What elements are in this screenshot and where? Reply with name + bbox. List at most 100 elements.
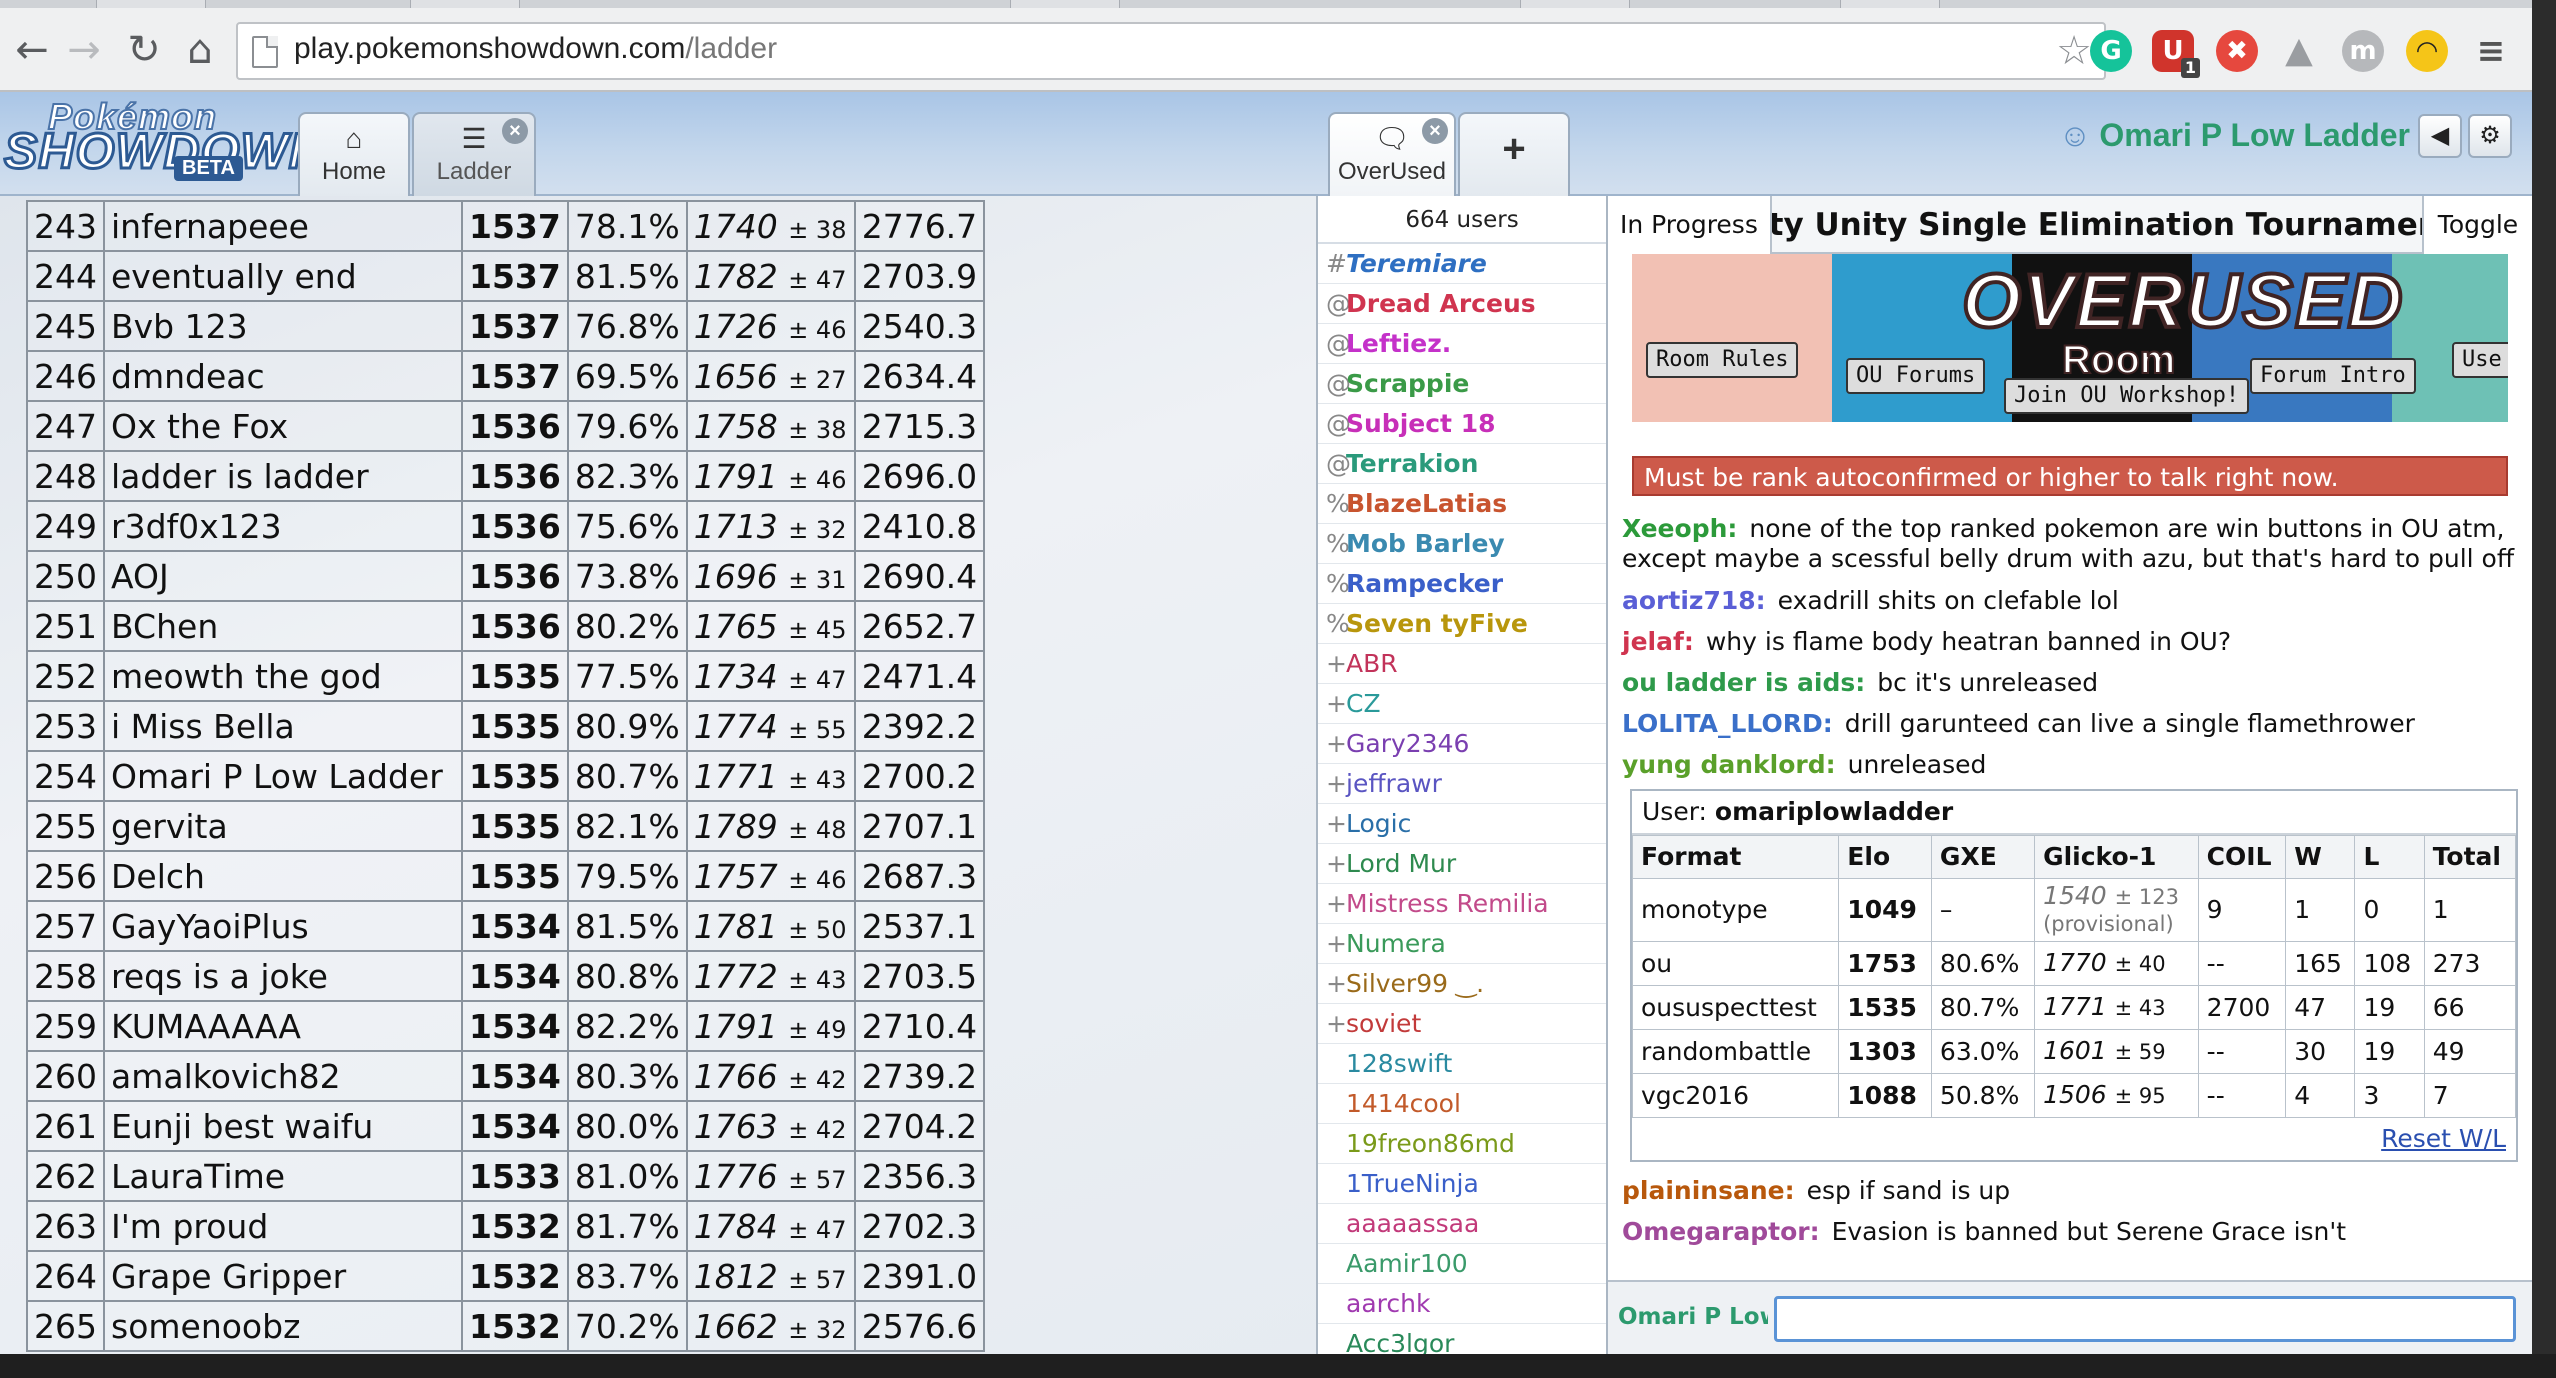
url-text[interactable]: play.pokemonshowdown.com/ladder <box>294 32 777 66</box>
userlist-item[interactable]: aarchk <box>1318 1284 1606 1324</box>
chat-author[interactable]: LOLITA_LLORD: <box>1622 709 1833 738</box>
address-bar[interactable]: play.pokemonshowdown.com/ladder ☆ <box>236 22 2106 80</box>
userlist-item[interactable]: %BlazeLatias <box>1318 484 1606 524</box>
close-icon[interactable]: × <box>502 118 528 144</box>
userlist-item[interactable]: 128swift <box>1318 1044 1606 1084</box>
tournament-toggle-button[interactable]: Toggle <box>2422 196 2532 254</box>
add-tab-button[interactable]: + <box>1458 112 1570 196</box>
ladder-player-name[interactable]: Ox the Fox <box>103 400 463 452</box>
chat-username[interactable]: Omari P Low <box>1618 1304 1768 1330</box>
userlist-item[interactable]: aaaaassaa <box>1318 1204 1606 1244</box>
userlist-item[interactable]: 1414cool <box>1318 1084 1606 1124</box>
ladder-player-name[interactable]: Bvb 123 <box>103 300 463 352</box>
showdown-logo[interactable]: Pokémon SHOWDOWN BETA <box>3 95 326 192</box>
ladder-player-name[interactable]: I'm proud <box>103 1200 463 1252</box>
chat-author[interactable]: jelaf: <box>1622 627 1694 656</box>
chat-author[interactable]: plaininsane: <box>1622 1176 1795 1205</box>
browser-tab[interactable] <box>410 0 520 8</box>
ladder-player-name[interactable]: gervita <box>103 800 463 852</box>
ladder-player-name[interactable]: amalkovich82 <box>103 1050 463 1102</box>
reload-icon[interactable]: ↻ <box>118 24 170 76</box>
user-stats-name[interactable]: omariplowladder <box>1715 797 1953 826</box>
ladder-player-name[interactable]: GayYaoiPlus <box>103 900 463 952</box>
browser-tab[interactable] <box>96 0 206 8</box>
tab-home[interactable]: ⌂ Home <box>298 112 410 196</box>
ou-forums-button[interactable]: OU Forums <box>1846 358 1986 394</box>
tab-ladder[interactable]: ☰ Ladder × <box>412 112 536 196</box>
close-icon[interactable]: × <box>1422 118 1448 144</box>
userlist-item[interactable]: +jeffrawr <box>1318 764 1606 804</box>
userlist-item[interactable]: +CZ <box>1318 684 1606 724</box>
userlist-item[interactable]: 19freon86md <box>1318 1124 1606 1164</box>
menu-icon[interactable]: ≡ <box>2470 30 2512 72</box>
grammarly-icon[interactable]: G <box>2090 30 2132 72</box>
ladder-player-name[interactable]: LauraTime <box>103 1150 463 1202</box>
ladder-player-name[interactable]: Omari P Low Ladder <box>103 750 463 802</box>
ladder-player-name[interactable]: meowth the god <box>103 650 463 702</box>
chat-author[interactable]: yung danklord: <box>1622 750 1836 779</box>
userlist-item[interactable]: #Teremiare <box>1318 244 1606 284</box>
userlist-item[interactable]: @Terrakion <box>1318 444 1606 484</box>
use-button[interactable]: Use <box>2452 342 2508 378</box>
ladder-player-name[interactable]: r3df0x123 <box>103 500 463 552</box>
forum-intro-button[interactable]: Forum Intro <box>2250 358 2416 394</box>
userlist-item[interactable]: @Dread Arceus <box>1318 284 1606 324</box>
ladder-player-name[interactable]: i Miss Bella <box>103 700 463 752</box>
userlist[interactable]: 664 users #Teremiare @Dread Arceus @Leftie… <box>1316 196 1608 1378</box>
ladder-player-name[interactable]: eventually end <box>103 250 463 302</box>
userlist-item[interactable]: +Numera <box>1318 924 1606 964</box>
ladder-player-name[interactable]: BChen <box>103 600 463 652</box>
userlist-item[interactable]: %Mob Barley <box>1318 524 1606 564</box>
tab-overused[interactable]: 🗨 OverUsed × <box>1328 112 1456 196</box>
userlist-item[interactable]: @Leftiez. <box>1318 324 1606 364</box>
chat-author[interactable]: ou ladder is aids: <box>1622 668 1865 697</box>
browser-tab[interactable] <box>1840 0 1940 8</box>
ladder-player-name[interactable]: ladder is ladder <box>103 450 463 502</box>
userlist-item[interactable]: @Scrappie <box>1318 364 1606 404</box>
ladder-player-name[interactable]: KUMAAAAA <box>103 1000 463 1052</box>
drive-icon[interactable]: ▲ <box>2278 30 2320 72</box>
chat-input[interactable] <box>1774 1296 2516 1342</box>
window-scrollbar[interactable] <box>2532 0 2556 1378</box>
forward-icon[interactable]: → <box>58 24 110 76</box>
ladder-player-name[interactable]: reqs is a joke <box>103 950 463 1002</box>
username[interactable]: ☺ Omari P Low Ladder <box>2059 110 2410 160</box>
chat-author[interactable]: Omegaraptor: <box>1622 1217 1820 1246</box>
join-ou-workshop-button[interactable]: Join OU Workshop! <box>2004 378 2250 414</box>
sunglasses-icon[interactable]: ◠ <box>2406 30 2448 72</box>
userlist-item[interactable]: +Logic <box>1318 804 1606 844</box>
userlist-item[interactable]: %Seven tyFive <box>1318 604 1606 644</box>
ladder-player-name[interactable]: somenoobz <box>103 1300 463 1352</box>
tournament-title[interactable]: ity Unity Single Elimination Tournament <box>1758 196 2422 254</box>
browser-tab[interactable] <box>1520 0 1630 8</box>
ublock-icon[interactable]: U1 <box>2152 30 2200 78</box>
userlist-item[interactable]: +Lord Mur <box>1318 844 1606 884</box>
sound-button[interactable]: ◀ <box>2418 114 2462 158</box>
settings-button[interactable]: ⚙ <box>2468 114 2512 158</box>
chat-author[interactable]: aortiz718: <box>1622 586 1766 615</box>
home-icon[interactable]: ⌂ <box>174 24 226 76</box>
profile-icon[interactable]: m <box>2342 30 2384 72</box>
userlist-item[interactable]: +ABR <box>1318 644 1606 684</box>
userlist-item[interactable]: +soviet <box>1318 1004 1606 1044</box>
userlist-item[interactable]: @Subject 18 <box>1318 404 1606 444</box>
chat-author[interactable]: Xeeoph: <box>1622 514 1737 543</box>
ladder-player-name[interactable]: Grape Gripper <box>103 1250 463 1302</box>
ladder-player-name[interactable]: AOJ <box>103 550 463 602</box>
reset-wl-link[interactable]: Reset W/L <box>1632 1118 2516 1160</box>
userlist-item[interactable]: +Mistress Remilia <box>1318 884 1606 924</box>
userlist-item[interactable]: 1TrueNinja <box>1318 1164 1606 1204</box>
userlist-item[interactable]: %Rampecker <box>1318 564 1606 604</box>
star-icon[interactable]: ☆ <box>2056 28 2092 74</box>
ladder-pane[interactable]: 243 infernapeee 1537 78.1% 1740 ± 38 2776.7 24… <box>0 196 1316 1378</box>
userlist-item[interactable]: +Silver99 ‿. <box>1318 964 1606 1004</box>
ladder-player-name[interactable]: Eunji best waifu <box>103 1100 463 1152</box>
ladder-player-name[interactable]: Delch <box>103 850 463 902</box>
ladder-player-name[interactable]: dmndeac <box>103 350 463 402</box>
room-rules-button[interactable]: Room Rules <box>1646 342 1799 378</box>
userlist-item[interactable]: +Gary2346 <box>1318 724 1606 764</box>
ladder-player-name[interactable]: infernapeee <box>103 200 463 252</box>
browser-tab[interactable] <box>1010 0 1120 8</box>
userlist-item[interactable]: Aamir100 <box>1318 1244 1606 1284</box>
lastpass-icon[interactable]: ✖ <box>2216 30 2258 72</box>
